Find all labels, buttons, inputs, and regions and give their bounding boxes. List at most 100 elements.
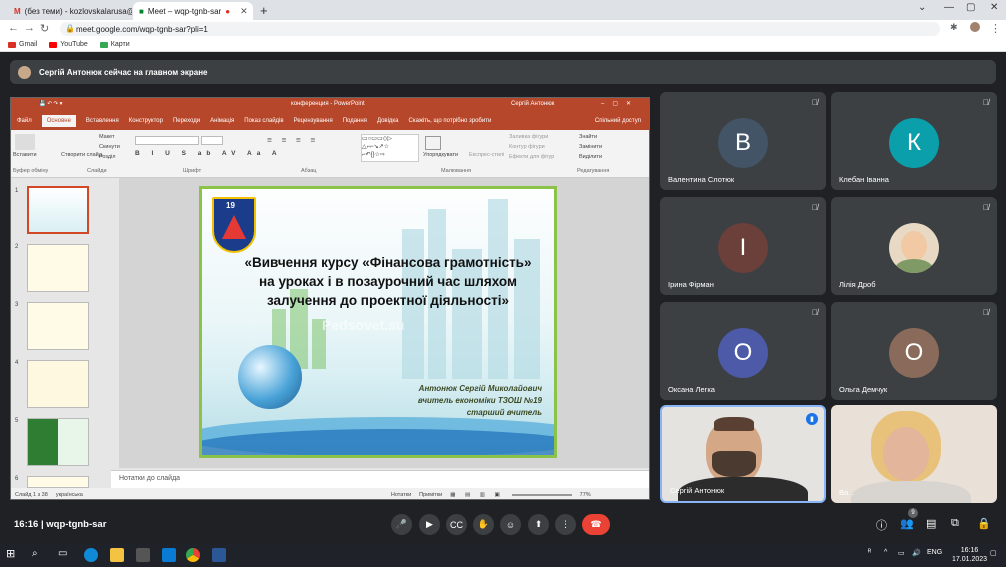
windows-start-icon[interactable]: ⊞: [6, 547, 20, 561]
bookmark-youtube[interactable]: YouTube: [49, 41, 88, 48]
input-language[interactable]: ENG: [927, 549, 942, 556]
tab-review[interactable]: Рецензування: [294, 118, 333, 124]
tray-chevron-icon[interactable]: ^: [884, 549, 887, 556]
tab-insert[interactable]: Вставлення: [86, 118, 119, 124]
back-icon[interactable]: ←: [8, 22, 19, 34]
mic-button[interactable]: 🎤: [391, 514, 412, 535]
tab-home[interactable]: Основне: [41, 115, 76, 127]
comments-button[interactable]: Примітки: [419, 492, 442, 498]
replace-button[interactable]: Замінити: [579, 144, 602, 150]
share-button[interactable]: Спільний доступ: [595, 118, 641, 124]
font-size-select[interactable]: [201, 136, 223, 145]
more-options-button[interactable]: ⋮: [555, 514, 576, 535]
participant-tile[interactable]: 🎙̸ І Ірина Фірман: [660, 197, 826, 295]
shape-fill-button[interactable]: Заливка фігури: [509, 134, 548, 140]
layout-button[interactable]: Макет: [99, 134, 115, 140]
quick-styles-button[interactable]: Експрес-стилі: [469, 152, 504, 158]
participant-tile[interactable]: 🎙̸ Лілія Дроб: [831, 197, 997, 295]
emoji-button[interactable]: ☺: [500, 514, 521, 535]
participant-video-tile[interactable]: Ва...: [831, 405, 997, 503]
file-explorer-icon[interactable]: [110, 548, 124, 562]
activities-icon[interactable]: ⧉: [951, 517, 959, 530]
shape-outline-button[interactable]: Контур фігури: [509, 144, 545, 150]
profile-avatar[interactable]: [970, 22, 980, 35]
forward-icon[interactable]: →: [24, 22, 35, 34]
font-name-select[interactable]: [135, 136, 199, 145]
camera-button[interactable]: ▶: [419, 514, 440, 535]
slide-thumb-2[interactable]: [27, 244, 89, 292]
slide-thumbnails: 1 2 3 4 5 6: [11, 178, 111, 488]
select-button[interactable]: Виділити: [579, 154, 602, 160]
window-close-button[interactable]: ✕: [990, 2, 998, 13]
bookmark-maps[interactable]: Карти: [99, 41, 130, 48]
slide-thumb-6[interactable]: [27, 476, 89, 488]
participant-video-tile[interactable]: ▮ Сергій Антонюк: [660, 405, 826, 503]
new-tab-button[interactable]: +: [260, 3, 268, 18]
leave-call-button[interactable]: ☎: [582, 514, 610, 535]
mail-icon[interactable]: [162, 548, 176, 562]
participant-tile[interactable]: 🎙̸ О Оксана Легка: [660, 302, 826, 400]
tab-slideshow[interactable]: Показ слайдів: [244, 118, 283, 124]
tab-help[interactable]: Довідка: [377, 118, 399, 124]
quick-access-icons[interactable]: 💾 ↶ ↷ ▾: [39, 101, 62, 107]
participant-tile[interactable]: 🎙̸ В Валентина Слотюк: [660, 92, 826, 190]
extensions-icon[interactable]: ✱: [950, 22, 958, 33]
store-icon[interactable]: [136, 548, 150, 562]
tab-gmail[interactable]: M (без теми) - kozlovskalarusa@g... ✕: [8, 2, 132, 20]
search-icon[interactable]: ⌕: [32, 548, 46, 562]
people-icon[interactable]: ᴿ: [868, 549, 871, 556]
tab-design[interactable]: Конструктор: [129, 118, 163, 124]
raise-hand-button[interactable]: ✋: [473, 514, 494, 535]
chat-icon[interactable]: ▤: [926, 517, 936, 530]
tab-meet[interactable]: ■ Meet – wqp-tgnb-sar ● ✕: [133, 2, 253, 20]
volume-icon[interactable]: 🔊: [912, 549, 921, 557]
tab-animations[interactable]: Анімація: [210, 118, 234, 124]
chevron-down-icon[interactable]: ⌄: [918, 2, 926, 13]
task-view-icon[interactable]: ▭: [58, 548, 72, 562]
url-field[interactable]: 🔒 meet.google.com/wqp-tgnb-sar?pli=1: [60, 22, 940, 36]
shapes-gallery[interactable]: ▭○▭▭◇▷ △⌐⌐↘↗☆ ⌐↶{}☆⇨: [361, 134, 419, 162]
notifications-icon[interactable]: ▢: [990, 549, 997, 557]
tab-file[interactable]: Файл: [17, 118, 32, 124]
slide-thumb-3[interactable]: [27, 302, 89, 350]
ppt-window-controls[interactable]: –▢✕: [601, 100, 639, 107]
people-icon[interactable]: 👥: [900, 517, 914, 530]
menu-dots-icon[interactable]: ⋮: [990, 22, 1001, 35]
present-button[interactable]: ⬆: [528, 514, 549, 535]
reload-icon[interactable]: ↻: [40, 22, 49, 35]
paste-button[interactable]: Вставити: [13, 152, 37, 158]
slide-thumb-4[interactable]: [27, 360, 89, 408]
shape-effects-button[interactable]: Ефекти для фігур: [509, 154, 554, 160]
tab-transitions[interactable]: Переходи: [173, 118, 200, 124]
current-slide[interactable]: 19 Pedsovet.su «Вивчення курсу «Фінансов…: [199, 186, 557, 458]
notes-pane[interactable]: Нотатки до слайда: [111, 470, 649, 488]
new-slide-button[interactable]: Створити слайд: [61, 152, 102, 158]
reset-button[interactable]: Скинути: [99, 144, 120, 150]
edge-icon[interactable]: [84, 548, 98, 562]
maximize-button[interactable]: ▢: [966, 2, 975, 13]
bookmark-gmail[interactable]: Gmail: [8, 41, 37, 48]
zoom-slider[interactable]: [511, 493, 572, 496]
host-controls-icon[interactable]: 🔒: [977, 517, 991, 530]
find-button[interactable]: Знайти: [579, 134, 597, 140]
tell-me-search[interactable]: Скажіть, що потрібно зробити: [409, 118, 492, 124]
clock[interactable]: 16:16 17.01.2023: [952, 546, 987, 564]
tab-view[interactable]: Подання: [343, 118, 367, 124]
minimize-button[interactable]: —: [944, 2, 954, 13]
network-icon[interactable]: ▭: [898, 549, 905, 557]
slide-thumb-1[interactable]: [27, 186, 89, 234]
notes-button[interactable]: Нотатки: [391, 492, 411, 498]
info-icon[interactable]: ⓘ: [876, 517, 887, 533]
arrange-button[interactable]: Упорядкувати: [423, 152, 458, 158]
participant-tile[interactable]: 🎙̸ К Клебан Іванна: [831, 92, 997, 190]
captions-button[interactable]: CC: [446, 514, 467, 535]
slide-thumb-5[interactable]: [27, 418, 89, 466]
close-icon[interactable]: ✕: [240, 6, 248, 17]
view-buttons[interactable]: ▦ ▤ ▥ ▣: [450, 492, 503, 498]
chrome-icon[interactable]: [186, 548, 200, 562]
section-button[interactable]: Розділ: [99, 154, 115, 160]
paragraph-icons[interactable]: ☰ ☰ ☰ ☰: [267, 138, 319, 144]
font-format-icons[interactable]: B I U S ab AV Aa A: [135, 150, 282, 157]
participant-tile[interactable]: 🎙̸ О Ольга Демчук: [831, 302, 997, 400]
word-icon[interactable]: [212, 548, 226, 562]
